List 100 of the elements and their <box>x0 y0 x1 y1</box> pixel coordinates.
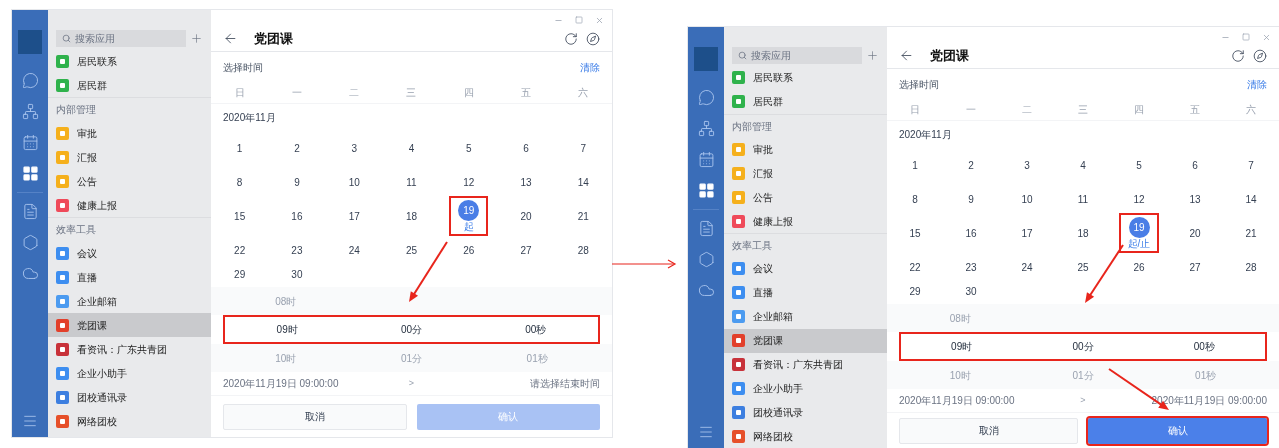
app-item[interactable]: 企业小助手 <box>48 361 211 385</box>
calendar-icon[interactable] <box>21 134 39 151</box>
app-item[interactable]: 公告 <box>724 185 887 210</box>
day-number[interactable]: 11 <box>406 174 417 190</box>
back-icon[interactable] <box>223 31 238 46</box>
day-number[interactable]: 10 <box>348 174 360 190</box>
close-icon[interactable] <box>595 15 604 25</box>
day-number[interactable]: 20 <box>520 208 532 224</box>
menu-icon[interactable] <box>22 413 38 429</box>
clear-link[interactable]: 清除 <box>580 59 600 75</box>
refresh-icon[interactable] <box>564 31 578 46</box>
day-number[interactable]: 4 <box>1080 157 1086 173</box>
app-item[interactable]: 党团课 <box>48 313 211 337</box>
app-item[interactable]: 健康上报 <box>48 193 211 217</box>
day-number[interactable]: 9 <box>968 191 974 207</box>
refresh-icon[interactable] <box>1231 48 1245 63</box>
day-number[interactable]: 5 <box>466 140 472 156</box>
day-number[interactable]: 26 <box>463 242 475 258</box>
add-icon[interactable] <box>866 49 879 62</box>
day-number[interactable]: 1 <box>912 157 918 173</box>
day-number[interactable]: 16 <box>291 208 303 224</box>
app-item[interactable]: 审批 <box>48 121 211 145</box>
cloud-icon[interactable] <box>21 265 39 282</box>
day-number[interactable]: 3 <box>351 140 357 156</box>
hexagon-icon[interactable] <box>697 251 715 268</box>
app-item[interactable]: 看资讯：广东共青团 <box>48 337 211 361</box>
day-number[interactable]: 3 <box>1024 157 1030 173</box>
search-field[interactable]: 搜索应用 <box>732 47 862 64</box>
day-number[interactable]: 9 <box>294 174 300 190</box>
menu-icon[interactable] <box>698 424 714 440</box>
app-item[interactable]: 汇报 <box>724 161 887 186</box>
time-value[interactable]: 09时 <box>951 339 973 354</box>
day-number[interactable]: 2 <box>968 157 974 173</box>
app-item[interactable]: 健康上报 <box>724 209 887 234</box>
day-number[interactable]: 25 <box>405 242 418 258</box>
day-number[interactable]: 11 <box>1077 191 1089 207</box>
day-number[interactable]: 20 <box>1189 225 1201 241</box>
day-number[interactable]: 21 <box>577 208 589 224</box>
day-number[interactable]: 8 <box>236 174 243 190</box>
app-item[interactable]: 企业小助手 <box>724 376 887 401</box>
add-icon[interactable] <box>190 32 203 45</box>
day-number[interactable]: 8 <box>912 191 918 207</box>
day-number[interactable]: 1 <box>236 140 243 156</box>
hexagon-icon[interactable] <box>21 234 39 251</box>
app-item[interactable]: 汇报 <box>48 145 211 169</box>
day-number[interactable]: 17 <box>1021 225 1033 241</box>
document-icon[interactable] <box>697 220 715 237</box>
app-item[interactable]: 团校通讯录 <box>48 385 211 409</box>
day-number[interactable]: 15 <box>234 208 246 224</box>
day-number[interactable]: 30 <box>965 284 977 299</box>
selected-day[interactable]: 19 <box>458 200 480 221</box>
app-item[interactable]: 网络团校 <box>48 409 211 433</box>
day-number[interactable]: 29 <box>909 284 921 299</box>
day-number[interactable]: 4 <box>408 140 415 156</box>
app-item[interactable]: 会议 <box>48 241 211 265</box>
day-number[interactable]: 23 <box>291 242 303 258</box>
app-item[interactable]: 直播 <box>48 265 211 289</box>
clear-link[interactable]: 清除 <box>1247 76 1267 92</box>
day-number[interactable]: 16 <box>965 225 977 241</box>
day-number[interactable]: 15 <box>909 225 921 241</box>
cloud-icon[interactable] <box>697 282 715 299</box>
day-number[interactable]: 22 <box>234 242 246 258</box>
day-number[interactable]: 30 <box>291 267 303 282</box>
time-value[interactable]: 00秒 <box>525 322 547 337</box>
org-chart-icon[interactable] <box>697 120 715 137</box>
day-number[interactable]: 13 <box>520 174 532 190</box>
day-number[interactable]: 10 <box>1021 191 1033 207</box>
day-number[interactable]: 7 <box>1248 157 1254 173</box>
app-item[interactable]: 居民联系 <box>724 66 887 90</box>
org-chart-icon[interactable] <box>21 103 39 120</box>
day-number[interactable]: 21 <box>1245 225 1257 241</box>
app-item[interactable]: 居民群 <box>48 73 211 97</box>
day-number[interactable]: 14 <box>1245 191 1257 207</box>
day-number[interactable]: 26 <box>1133 259 1145 275</box>
chat-icon[interactable] <box>21 72 39 89</box>
app-item[interactable]: 企业邮箱 <box>48 289 211 313</box>
app-item[interactable]: 看资讯：广东共青团 <box>724 352 887 377</box>
day-number[interactable]: 13 <box>1189 191 1201 207</box>
time-value[interactable]: 09时 <box>276 322 298 337</box>
day-number[interactable]: 25 <box>1077 259 1089 275</box>
day-number[interactable]: 18 <box>405 208 418 224</box>
app-item[interactable]: 会议 <box>724 257 887 281</box>
compass-icon[interactable] <box>586 31 600 46</box>
app-item[interactable]: 团校通讯录 <box>724 400 887 425</box>
day-number[interactable]: 23 <box>965 259 977 275</box>
cancel-button[interactable]: 取消 <box>899 417 1078 444</box>
maximize-icon[interactable] <box>575 16 583 24</box>
time-value[interactable]: 00分 <box>1072 339 1094 354</box>
confirm-button[interactable]: 确认 <box>1088 417 1267 444</box>
day-number[interactable]: 12 <box>463 174 475 190</box>
day-number[interactable]: 28 <box>1245 259 1257 275</box>
maximize-icon[interactable] <box>1242 33 1250 41</box>
cancel-button[interactable]: 取消 <box>223 403 407 430</box>
day-number[interactable]: 24 <box>348 242 360 258</box>
calendar-icon[interactable] <box>697 151 715 168</box>
document-icon[interactable] <box>21 203 39 220</box>
day-number[interactable]: 2 <box>294 140 300 156</box>
day-number[interactable]: 29 <box>234 267 246 282</box>
app-item[interactable]: 居民群 <box>724 89 887 114</box>
day-number[interactable]: 27 <box>1189 259 1201 275</box>
